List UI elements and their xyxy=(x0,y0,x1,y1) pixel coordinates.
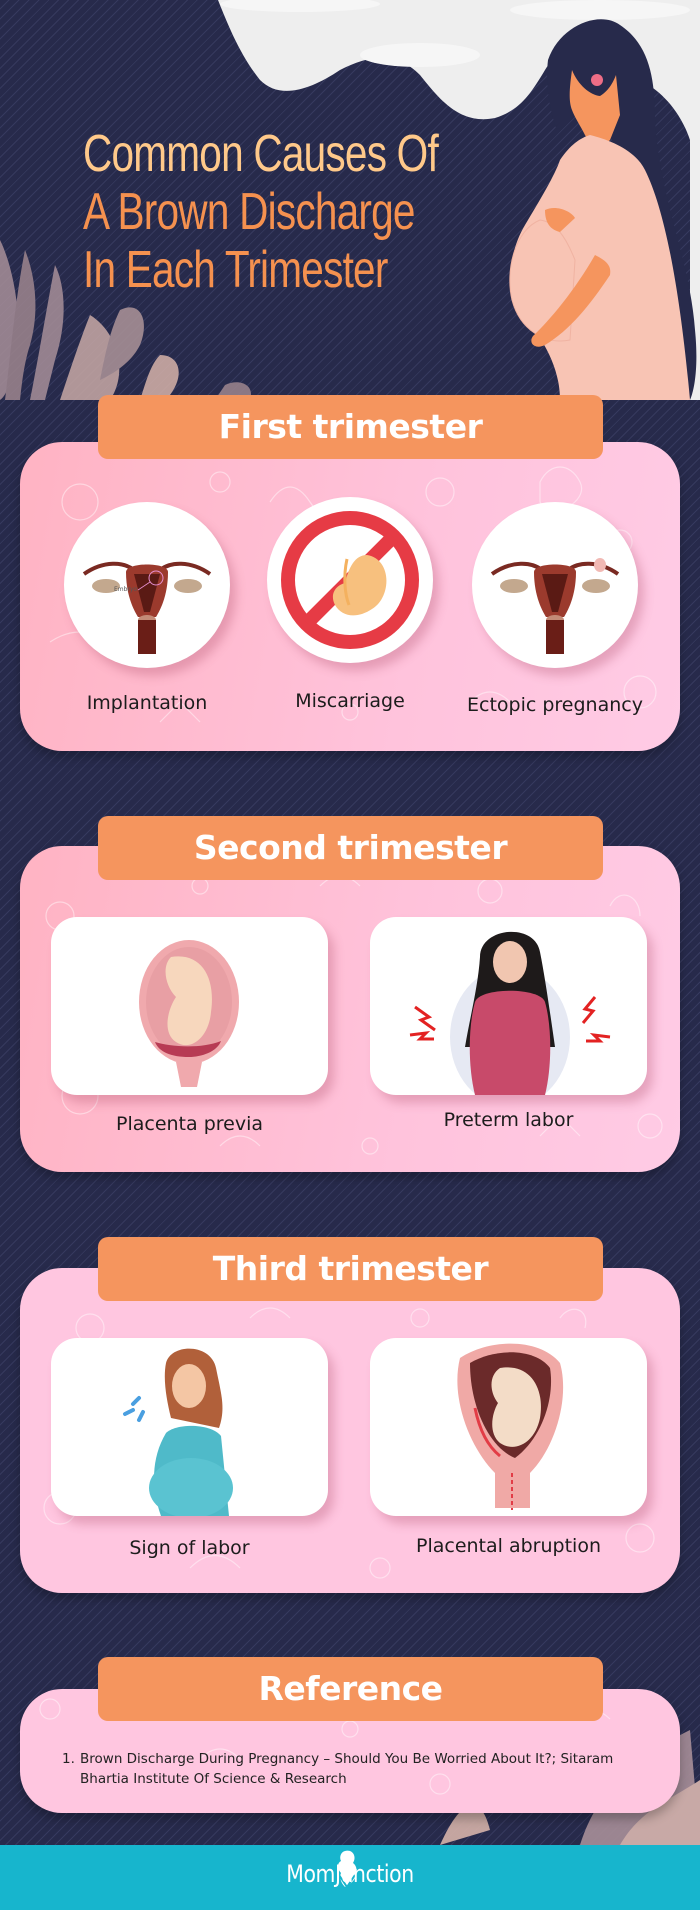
placenta-previa-image xyxy=(51,917,328,1095)
second-trimester-heading: Second trimester xyxy=(98,816,603,880)
momjunction-logo-text[interactable]: MomJunction xyxy=(53,1860,648,1888)
embryo-annotation: Embryo xyxy=(114,586,138,593)
miscarriage-image xyxy=(267,497,433,663)
reference-number: 1. xyxy=(62,1751,75,1767)
placenta-previa-label: Placenta previa xyxy=(116,1113,263,1135)
placenta-previa-illustration xyxy=(139,940,239,1087)
miscarriage-label: Miscarriage xyxy=(295,690,405,712)
title-line-1: Common Causes Of xyxy=(83,125,439,183)
cheek xyxy=(591,74,603,86)
uterus-implantation-icon xyxy=(82,561,212,654)
title-line-3: In Each Trimester xyxy=(83,241,388,299)
pregnant-woman-sweating-illustration xyxy=(123,1348,233,1516)
placental-abruption-illustration xyxy=(457,1343,564,1510)
sign-of-labor-label: Sign of labor xyxy=(129,1537,250,1559)
fetus-prohibited-icon xyxy=(281,511,419,649)
first-trimester-heading: First trimester xyxy=(98,395,603,459)
footer-bar: MomJunction xyxy=(0,1845,700,1910)
preterm-labor-image xyxy=(370,917,647,1095)
ectopic-pregnancy-image xyxy=(472,502,638,668)
woman-in-pain-illustration xyxy=(409,931,611,1095)
ectopic-pregnancy-label: Ectopic pregnancy xyxy=(467,694,643,716)
preterm-labor-label: Preterm labor xyxy=(443,1109,574,1131)
third-trimester-heading: Third trimester xyxy=(98,1237,603,1301)
placental-abruption-label: Placental abruption xyxy=(416,1535,601,1557)
implantation-label: Implantation xyxy=(86,692,208,714)
title-line-2: A Brown Discharge xyxy=(83,183,415,241)
reference-heading: Reference xyxy=(98,1657,603,1721)
reference-citation[interactable]: Brown Discharge During Pregnancy – Shoul… xyxy=(80,1749,662,1789)
uterus-ectopic-icon xyxy=(490,558,620,654)
sign-of-labor-image xyxy=(51,1338,328,1516)
implantation-image: Embryo xyxy=(64,502,230,668)
hero-banner: Common Causes Of A Brown Discharge In Ea… xyxy=(0,0,700,400)
reference-list-item: 1. Brown Discharge During Pregnancy – Sh… xyxy=(62,1749,662,1789)
placental-abruption-image xyxy=(370,1338,647,1516)
